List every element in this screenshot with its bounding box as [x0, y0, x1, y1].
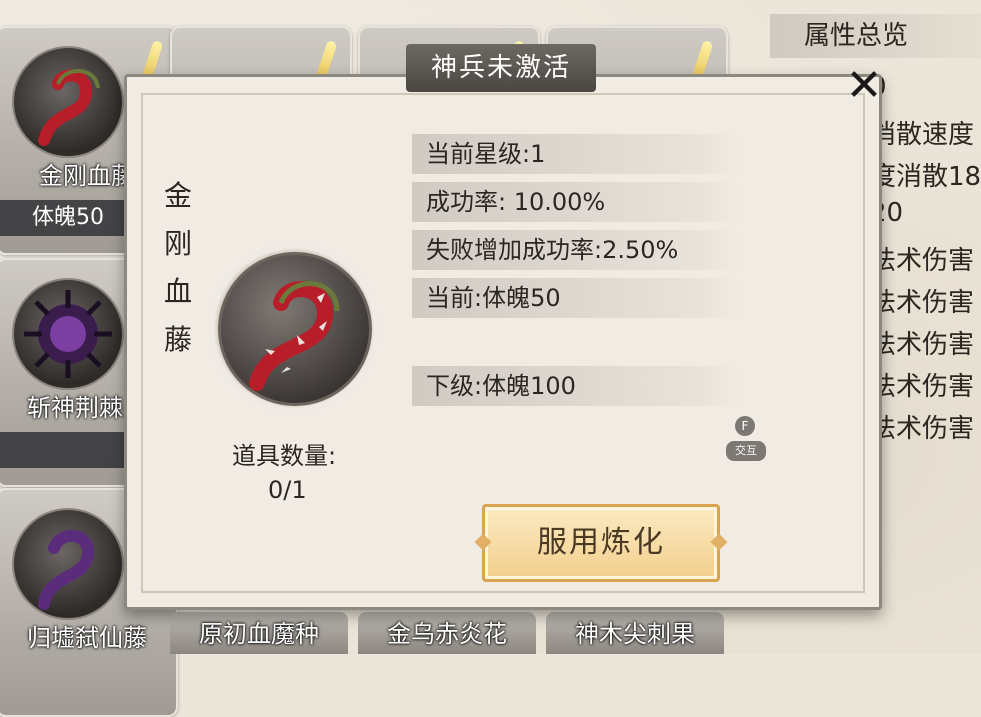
attribute-line: 法术伤害 — [870, 414, 975, 444]
close-icon[interactable]: ✕ — [842, 64, 886, 108]
attribute-line: 消散速度 — [870, 120, 975, 150]
item-thumbnail — [12, 278, 124, 390]
purple-vine-icon — [38, 529, 94, 610]
attribute-line: 法术伤害 — [870, 330, 975, 360]
interact-hint-label: 交互 — [726, 441, 766, 461]
item-portrait-disc — [218, 252, 372, 406]
grid-card-name-bottom[interactable]: 金乌赤炎花 — [358, 612, 536, 654]
item-quantity-label: 道具数量: — [232, 442, 337, 470]
thorn-fruit-icon — [24, 290, 112, 378]
grid-card-name-bottom[interactable]: 神木尖刺果 — [546, 612, 724, 654]
stat-star-level: 当前星级:1 — [412, 134, 742, 174]
thorn-vine-icon — [249, 281, 340, 391]
attribute-line: 法术伤害 — [870, 246, 975, 276]
attribute-line: 法术伤害 — [870, 288, 975, 318]
stat-success-rate: 成功率: 10.00% — [412, 182, 742, 222]
stat-next: 下级:体魄100 — [412, 366, 742, 406]
item-name-char: 金 — [163, 179, 192, 212]
card-name: 归墟弑仙藤 — [27, 624, 147, 652]
item-name-char: 藤 — [163, 323, 192, 356]
attributes-title: 属性总览 — [770, 14, 981, 58]
attribute-line: 法术伤害 — [870, 372, 975, 402]
interact-key-badge[interactable]: F — [735, 416, 755, 436]
stat-fail-bonus: 失败增加成功率:2.50% — [412, 230, 742, 270]
stat-current: 当前:体魄50 — [412, 278, 742, 318]
consume-refine-label: 服用炼化 — [537, 525, 665, 560]
item-name-char: 刚 — [163, 227, 192, 260]
modal-title: 神兵未激活 — [406, 44, 596, 92]
item-name-vertical: 金 刚 血 藤 — [160, 172, 196, 364]
item-thumbnail — [12, 508, 124, 620]
attribute-line: 度消散18 — [870, 162, 981, 192]
item-portrait — [208, 242, 380, 414]
item-name-char: 血 — [163, 275, 192, 308]
grid-card-name-bottom[interactable]: 原初血魔种 — [170, 612, 348, 654]
item-thumbnail — [12, 46, 124, 158]
item-quantity-value: 0/1 — [268, 476, 307, 504]
consume-refine-button[interactable]: 服用炼化 — [474, 504, 728, 582]
thorn-vine-icon — [38, 69, 100, 146]
